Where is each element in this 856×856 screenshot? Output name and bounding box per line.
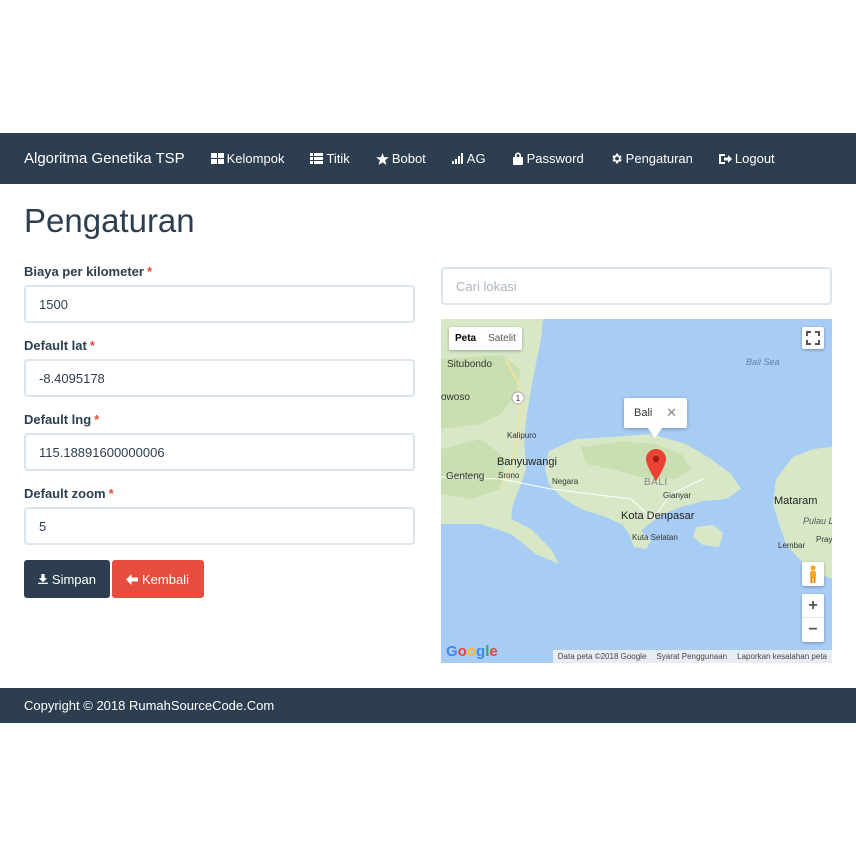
zoom-control: + − <box>802 594 824 642</box>
lock-icon <box>512 152 523 165</box>
copyright-text: Copyright © 2018 RumahSourceCode.Com <box>24 698 275 713</box>
required-mark: * <box>108 486 114 501</box>
list-icon <box>310 153 324 164</box>
nav-item-label: Pengaturan <box>625 151 693 166</box>
street-view-button[interactable] <box>802 562 824 586</box>
close-icon[interactable]: ✕ <box>666 405 677 421</box>
form-actions: Simpan Kembali <box>24 560 415 598</box>
nav-item-ag[interactable]: AG <box>451 151 486 166</box>
download-icon <box>38 574 48 584</box>
page-title: Pengaturan <box>24 202 195 239</box>
map-label-kota-denpasar: Kota Denpasar <box>621 510 695 522</box>
field-default-lat: Default lat * <box>24 338 415 397</box>
field-label: Default lat * <box>24 338 95 353</box>
grid-icon <box>210 152 224 164</box>
map-pin-icon[interactable] <box>646 449 666 481</box>
map-label-banyuwangi: Banyuwangi <box>497 456 557 468</box>
required-mark: * <box>89 338 95 353</box>
map-label-gianyar: Gianyar <box>663 491 692 500</box>
settings-form: Biaya per kilometer* Default lat* Defaul… <box>24 264 415 598</box>
map-label-negara: Negara <box>552 477 579 486</box>
nav-item-label: Bobot <box>391 151 426 166</box>
map-label-lembar: Lembar <box>778 541 806 550</box>
map-data-credit: Data peta ©2018 Google <box>557 652 647 661</box>
map-type-map-button[interactable]: Peta <box>449 327 482 350</box>
nav-item-label: Logout <box>734 151 775 166</box>
logout-icon <box>718 153 732 164</box>
arrow-left-icon <box>126 573 138 585</box>
map-label-mataram: Mataram <box>774 495 818 507</box>
nav-item-titik[interactable]: Titik <box>310 151 350 166</box>
nav-item-pengaturan[interactable]: Pengaturan <box>610 151 693 166</box>
gear-icon <box>612 153 622 164</box>
map-attribution: Data peta ©2018 Google Syarat Penggunaan… <box>552 650 832 663</box>
back-button-label: Kembali <box>142 571 189 587</box>
map-label-genteng: Genteng <box>446 471 485 482</box>
map-type-control: Peta Satelit <box>449 327 522 350</box>
nav-item-logout[interactable]: Logout <box>718 151 775 166</box>
nav-item-label: Kelompok <box>226 151 285 166</box>
info-window-text: Bali <box>634 407 653 419</box>
nav-item-password[interactable]: Password <box>512 151 584 166</box>
map-label-kalipuro: Kalipuro <box>507 431 537 440</box>
terms-link[interactable]: Syarat Penggunaan <box>651 652 732 661</box>
field-label: Default zoom * <box>24 486 114 501</box>
required-mark: * <box>146 264 153 279</box>
map-label-bali-sea: Bali Sea <box>746 357 780 367</box>
pegman-icon <box>810 565 816 583</box>
map-label-praya: Pray <box>816 535 832 544</box>
zoom-in-button[interactable]: + <box>802 594 824 618</box>
map-label-kuta-selatan: Kuta Selatan <box>632 533 678 542</box>
biaya-per-km-input[interactable] <box>24 285 415 323</box>
info-window: Bali ✕ <box>624 398 687 438</box>
brand-link[interactable]: Algoritma Genetika TSP <box>24 150 185 167</box>
nav-item-label: Password <box>526 151 584 166</box>
location-search-input[interactable] <box>441 267 832 305</box>
footer: Copyright © 2018 RumahSourceCode.Com <box>0 688 856 723</box>
map-type-satellite-button[interactable]: Satelit <box>482 327 522 350</box>
signal-icon <box>451 153 463 164</box>
default-lng-input[interactable] <box>24 433 415 471</box>
map-widget[interactable]: 1 Peta Satelit Situbondo owoso Bali Sea … <box>441 319 832 663</box>
top-navbar: Algoritma Genetika TSP Kelompok Titik Bo… <box>0 133 856 184</box>
report-error-link[interactable]: Laporkan kesalahan peta <box>732 652 832 661</box>
default-lat-input[interactable] <box>24 359 415 397</box>
save-button[interactable]: Simpan <box>24 560 110 598</box>
zoom-out-button[interactable]: − <box>802 618 824 642</box>
star-icon <box>376 152 389 165</box>
field-biaya: Biaya per kilometer * <box>24 264 415 323</box>
map-label-situbondo: Situbondo <box>447 359 493 370</box>
back-button[interactable]: Kembali <box>112 560 204 598</box>
default-zoom-input[interactable] <box>24 507 415 545</box>
field-label: Biaya per kilometer * <box>24 264 153 279</box>
field-default-lng: Default lng * <box>24 412 415 471</box>
road-shield: 1 <box>516 394 521 403</box>
map-land: 1 <box>441 319 832 579</box>
nav-item-label: AG <box>466 151 486 166</box>
google-logo: Google <box>446 643 498 660</box>
nav-item-bobot[interactable]: Bobot <box>376 151 426 166</box>
nav-item-label: Titik <box>326 151 350 166</box>
fullscreen-button[interactable] <box>802 327 824 349</box>
save-button-label: Simpan <box>51 571 96 587</box>
map-label-srono: Srono <box>498 471 520 480</box>
required-mark: * <box>94 412 100 427</box>
nav-item-kelompok[interactable]: Kelompok <box>210 151 285 166</box>
map-label-bondowoso: owoso <box>441 392 470 403</box>
field-label: Default lng * <box>24 412 100 427</box>
field-default-zoom: Default zoom * <box>24 486 415 545</box>
map-label-pulau-lombok: Pulau L <box>803 516 832 526</box>
fullscreen-icon <box>806 331 820 345</box>
